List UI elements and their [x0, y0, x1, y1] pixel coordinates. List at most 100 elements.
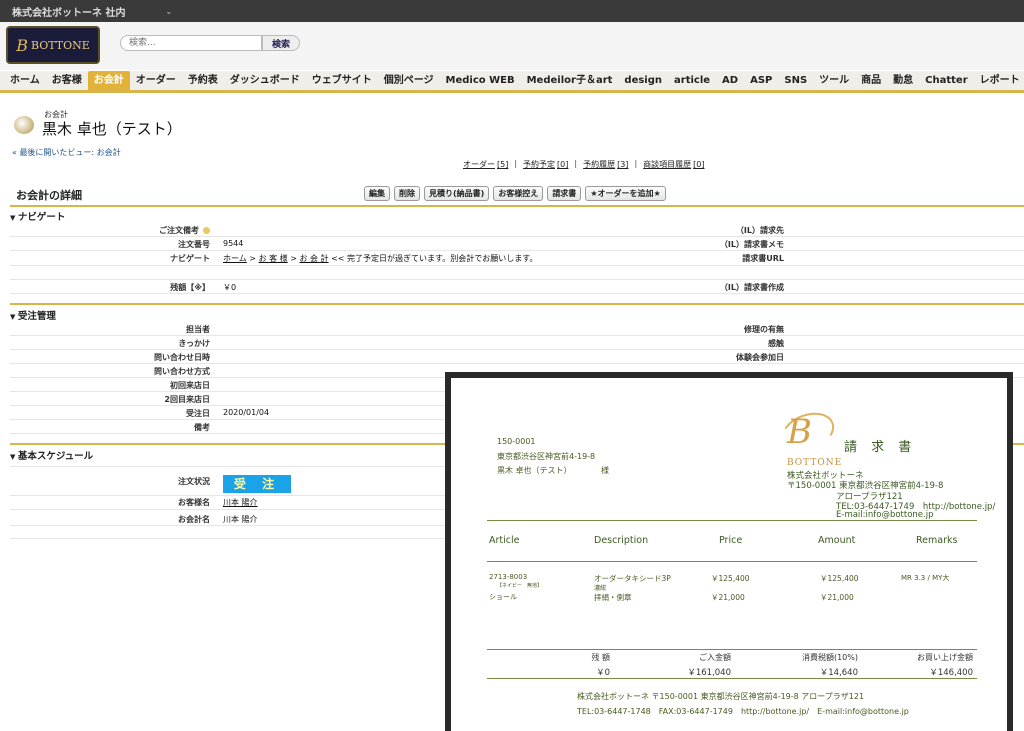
- back-link[interactable]: « 最後に開いたビュー: お会計: [12, 147, 121, 158]
- divider: [10, 303, 1024, 305]
- row-divider: [10, 293, 1024, 294]
- detail-button-2[interactable]: 見積り(納品書): [424, 186, 490, 201]
- invoice-preview: 150-0001 東京都渋谷区神宮前4-19-8 黒木 卓也（テスト） 様 B …: [451, 378, 1007, 731]
- invoice-header-1: Description: [594, 535, 649, 546]
- divider: [10, 205, 1024, 207]
- order-mgmt-right-label-0: 修理の有無: [744, 325, 784, 334]
- row-divider: [10, 265, 1024, 266]
- row-divider: [10, 509, 450, 510]
- tab-18[interactable]: Chatter: [919, 71, 973, 90]
- invoice-total-label-2: ご入金額: [699, 653, 731, 662]
- tab-12[interactable]: AD: [716, 71, 744, 90]
- nav-link-account[interactable]: お 会 計: [299, 254, 328, 263]
- billing-to-label: （IL）請求先: [735, 226, 784, 235]
- order-mgmt-label-6: 受注日: [186, 409, 210, 418]
- related-link-label: 商談項目履歴: [643, 160, 692, 169]
- separator: |: [634, 159, 638, 168]
- related-link-2[interactable]: 予約履歴 [3]: [583, 159, 628, 170]
- row-divider: [10, 433, 445, 434]
- tab-11[interactable]: article: [668, 71, 716, 90]
- tab-7[interactable]: 個別ページ: [378, 71, 440, 90]
- org-switcher[interactable]: 株式会社ボットーネ 社内 ⌄: [0, 0, 1024, 22]
- nav-link-customer[interactable]: お 客 様: [259, 254, 288, 263]
- tab-5[interactable]: ダッシュボード: [224, 71, 306, 90]
- tab-3[interactable]: オーダー: [130, 71, 182, 90]
- navigate-label: ナビゲート: [170, 254, 210, 263]
- related-link-1[interactable]: 予約予定 [0]: [523, 159, 568, 170]
- row-divider: [10, 538, 450, 539]
- tab-0[interactable]: ホーム: [4, 71, 46, 90]
- detail-button-5[interactable]: ★オーダーを追加★: [585, 186, 666, 201]
- customer-name-link[interactable]: 川本 陽介: [223, 497, 258, 508]
- detail-button-4[interactable]: 請求書: [547, 186, 582, 201]
- detail-button-1[interactable]: 削除: [394, 186, 420, 201]
- bottone-logo[interactable]: B BOTTONE: [6, 26, 100, 64]
- search-button[interactable]: 検索: [262, 35, 300, 51]
- tab-13[interactable]: ASP: [744, 71, 778, 90]
- tab-9[interactable]: Medeilor子＆art: [521, 71, 619, 90]
- tab-1[interactable]: お客様: [46, 71, 88, 90]
- related-link-3[interactable]: 商談項目履歴 [0]: [643, 159, 704, 170]
- tab-10[interactable]: design: [618, 71, 668, 90]
- invoice-total-value-1: ￥14,640: [819, 668, 858, 678]
- section-navigate-header[interactable]: ナビゲート: [10, 209, 66, 223]
- related-link-count: [3]: [617, 160, 629, 169]
- related-lists-links: オーダー [5] | 予約予定 [0] | 予約履歴 [3] | 商談項目履歴 [0]: [463, 159, 704, 170]
- invoice-footer-address: 株式会社ボットーネ 〒150-0001 東京都渋谷区神宮前4-19-8 アロープ…: [577, 692, 865, 701]
- order-no-value: 9544: [223, 239, 244, 248]
- customer-name-label: お客様名: [178, 498, 210, 507]
- status-badge: 受 注: [223, 475, 291, 493]
- related-link-0[interactable]: オーダー [5]: [463, 159, 508, 170]
- row-divider: [10, 335, 1024, 336]
- invoice-title: 請 求 書: [844, 440, 917, 455]
- nav-link-home[interactable]: ホーム: [223, 254, 247, 263]
- detail-button-0[interactable]: 編集: [364, 186, 390, 201]
- invoice-divider: [487, 561, 977, 562]
- invoice-footer-contact: TEL:03-6447-1748 FAX:03-6447-1749 http:/…: [577, 707, 909, 716]
- tab-19[interactable]: レポート: [974, 71, 1024, 90]
- related-link-label: 予約予定: [523, 160, 556, 169]
- invoice-item-amount: ￥21,000: [820, 593, 854, 602]
- info-icon[interactable]: [203, 227, 210, 234]
- tab-15[interactable]: ツール: [813, 71, 855, 90]
- tab-6[interactable]: ウェブサイト: [306, 71, 378, 90]
- tab-8[interactable]: Medico WEB: [440, 71, 521, 90]
- invoice-total-label-3: 残 額: [591, 653, 610, 662]
- invoice-item-article: 2713-8003: [489, 573, 528, 581]
- navigate-note: << 完了予定日が過ぎています。別会計でお願いします。: [331, 254, 538, 263]
- separator: |: [574, 159, 578, 168]
- detail-button-3[interactable]: お客様控え: [493, 186, 544, 201]
- invoice-item-desc: 拝絹・側章: [594, 593, 632, 602]
- order-mgmt-label-3: 問い合わせ方式: [154, 367, 210, 376]
- invoice-item-desc-sub: 濃紺: [594, 585, 607, 592]
- row-divider: [10, 525, 450, 526]
- org-name: 株式会社ボットーネ 社内: [12, 7, 126, 19]
- row-divider: [10, 391, 445, 392]
- related-link-count: [5]: [497, 160, 509, 169]
- tab-2[interactable]: お会計: [87, 71, 130, 90]
- row-divider: [10, 349, 1024, 350]
- bottone-logo-text: BOTTONE: [787, 458, 843, 468]
- order-mgmt-right-label-1: 感触: [768, 339, 784, 348]
- tab-14[interactable]: SNS: [778, 71, 813, 90]
- balance-label: 残額【※】: [170, 283, 210, 292]
- invoice-item-price: ￥21,000: [711, 593, 745, 602]
- tab-16[interactable]: 商品: [855, 71, 887, 90]
- chevron-down-icon[interactable]: ⌄: [165, 7, 172, 16]
- order-date-value: 2020/01/04: [223, 408, 270, 417]
- search-input[interactable]: [120, 35, 262, 51]
- invoice-header-0: Article: [489, 535, 520, 546]
- order-mgmt-label-5: 2回目来店日: [164, 395, 210, 404]
- row-divider: [10, 279, 1024, 280]
- tab-4[interactable]: 予約表: [182, 71, 224, 90]
- invoice-total-label-0: お買い上げ金額: [917, 653, 973, 662]
- invoice-header-2: Price: [719, 535, 743, 546]
- section-schedule-header[interactable]: 基本スケジュール: [10, 448, 93, 462]
- section-order-mgmt-header[interactable]: 受注管理: [10, 308, 56, 322]
- invoice-create-label: （IL）請求書作成: [719, 283, 784, 292]
- tab-17[interactable]: 勤怠: [887, 71, 919, 90]
- order-mgmt-label-1: きっかけ: [178, 339, 210, 348]
- invoice-total-value-2: ￥161,040: [687, 668, 731, 678]
- invoice-honorific: 様: [601, 466, 609, 475]
- invoice-item-remarks: MR 3.3 / MY大: [901, 574, 950, 582]
